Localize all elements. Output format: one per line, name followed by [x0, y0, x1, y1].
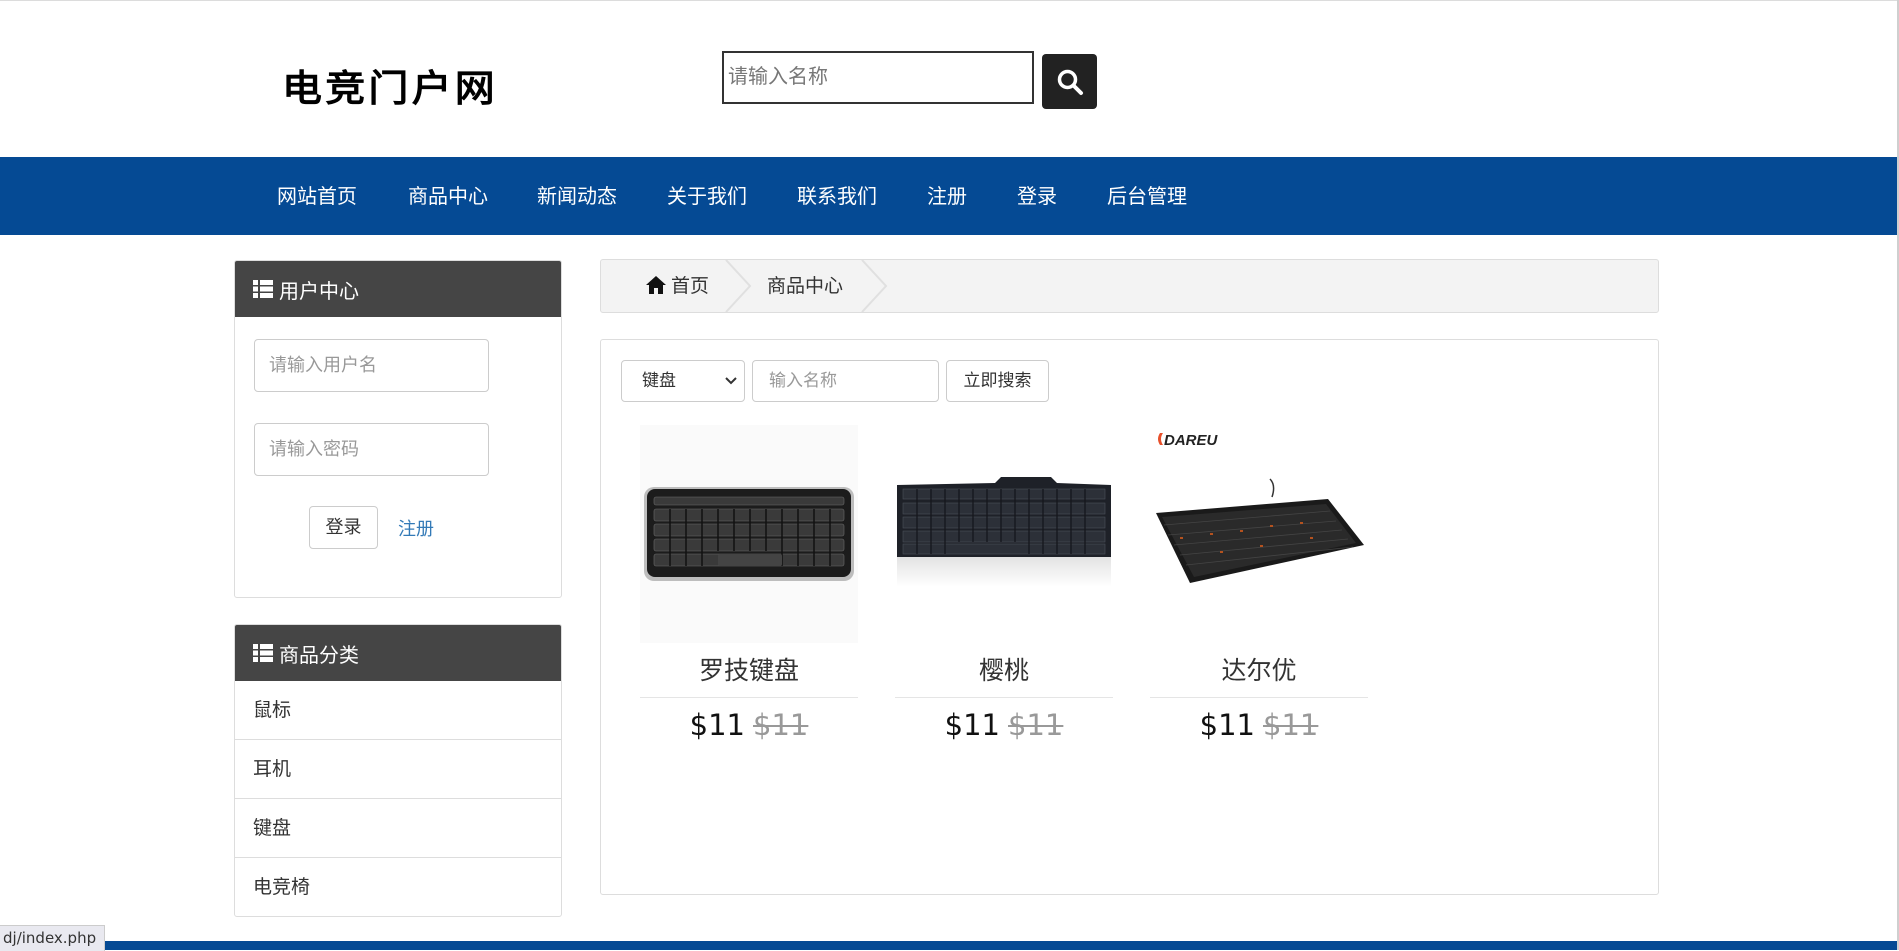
category-item-chair[interactable]: 电竞椅	[235, 857, 561, 916]
user-center-header: 用户中心	[235, 261, 561, 317]
breadcrumb-separator	[861, 260, 888, 312]
breadcrumb: 首页 商品中心	[600, 259, 1659, 313]
nav-login[interactable]: 登录	[1017, 157, 1057, 235]
search-button[interactable]	[1042, 54, 1097, 109]
list-icon	[253, 644, 273, 662]
product-price: $11 $11	[895, 708, 1113, 742]
category-item-keyboard[interactable]: 键盘	[235, 798, 561, 857]
top-border	[0, 0, 1899, 1]
product-name[interactable]: 樱桃	[895, 645, 1113, 698]
breadcrumb-separator	[725, 260, 752, 312]
product-name[interactable]: 达尔优	[1150, 645, 1368, 698]
home-icon	[646, 276, 666, 294]
price-current: $11	[1199, 708, 1255, 742]
product-name[interactable]: 罗技键盘	[640, 645, 858, 698]
brand-logo-text: DAREU	[1164, 432, 1219, 449]
category-list: 鼠标 耳机 键盘 电竞椅	[235, 681, 561, 916]
search-input[interactable]	[722, 51, 1034, 104]
nav-contact[interactable]: 联系我们	[797, 157, 877, 235]
category-title: 商品分类	[279, 642, 359, 667]
username-input[interactable]	[254, 339, 489, 392]
price-original: $11	[1008, 708, 1064, 742]
footer-bar	[0, 941, 1897, 950]
nav-admin[interactable]: 后台管理	[1107, 157, 1187, 235]
product-name-input[interactable]	[752, 360, 939, 402]
category-select[interactable]: 键盘	[621, 360, 745, 402]
product-card[interactable]: DAREU 达尔优 $11 $11	[1150, 425, 1368, 742]
keyboard-image	[897, 477, 1111, 587]
keyboard-image	[644, 487, 854, 581]
password-input[interactable]	[254, 423, 489, 476]
category-item-headset[interactable]: 耳机	[235, 739, 561, 798]
main-nav: 网站首页 商品中心 新闻动态 关于我们 联系我们 注册 登录 后台管理	[0, 157, 1897, 235]
category-item-mouse[interactable]: 鼠标	[235, 681, 561, 739]
product-image-logitech[interactable]	[640, 425, 858, 643]
product-image-cherry[interactable]	[895, 425, 1113, 643]
keyboard-image: DAREU	[1156, 432, 1364, 583]
nav-news[interactable]: 新闻动态	[537, 157, 617, 235]
search-now-button[interactable]: 立即搜索	[946, 360, 1049, 402]
category-panel: 商品分类 鼠标 耳机 键盘 电竞椅	[234, 624, 562, 917]
chevron-down-icon	[725, 377, 737, 385]
list-icon	[253, 280, 273, 298]
product-card[interactable]: 罗技键盘 $11 $11	[640, 425, 858, 742]
category-select-value: 键盘	[642, 371, 676, 391]
login-button[interactable]: 登录	[309, 506, 378, 549]
search-icon	[1057, 69, 1083, 95]
status-bar-url: dj/index.php	[0, 925, 106, 951]
breadcrumb-home[interactable]: 首页	[671, 260, 709, 312]
category-header: 商品分类	[235, 625, 561, 681]
nav-register[interactable]: 注册	[927, 157, 967, 235]
product-price: $11 $11	[640, 708, 858, 742]
product-image-dareu[interactable]: DAREU	[1150, 425, 1368, 643]
price-current: $11	[944, 708, 1000, 742]
site-logo[interactable]: 电竞门户网	[282, 58, 498, 112]
nav-home[interactable]: 网站首页	[277, 157, 357, 235]
product-card[interactable]: 樱桃 $11 $11	[895, 425, 1113, 742]
user-center-panel: 用户中心 登录 注册	[234, 260, 562, 598]
user-center-title: 用户中心	[279, 278, 359, 303]
breadcrumb-current: 商品中心	[767, 275, 844, 297]
price-current: $11	[689, 708, 745, 742]
price-original: $11	[753, 708, 809, 742]
product-content: 键盘 立即搜索	[600, 339, 1659, 895]
price-original: $11	[1263, 708, 1319, 742]
nav-about[interactable]: 关于我们	[667, 157, 747, 235]
product-price: $11 $11	[1150, 708, 1368, 742]
register-link[interactable]: 注册	[398, 515, 434, 541]
nav-products[interactable]: 商品中心	[408, 157, 488, 235]
